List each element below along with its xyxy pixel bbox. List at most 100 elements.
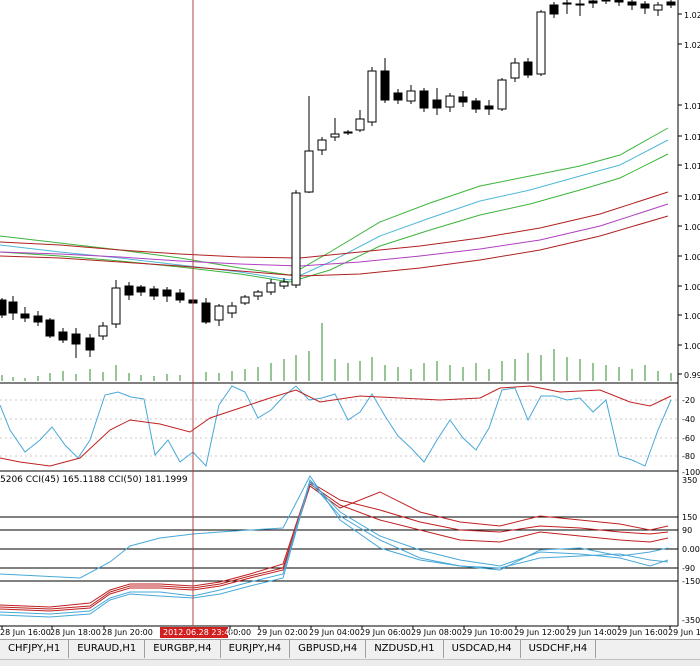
candle-body — [253, 291, 263, 297]
candle — [0, 298, 7, 318]
tab-usdcad[interactable]: USDCAD,H4 — [443, 640, 521, 658]
candle — [627, 0, 637, 10]
candle-body — [484, 105, 494, 110]
candle — [8, 296, 18, 320]
wpr-label: -20 — [682, 396, 695, 405]
candle-body — [393, 92, 403, 101]
tab-usdchf[interactable]: USDCHF,H4 — [520, 640, 597, 658]
candle — [227, 302, 237, 318]
candle — [471, 98, 481, 113]
price-label: 1.00 — [684, 253, 700, 262]
candle-body — [58, 331, 68, 341]
candle — [304, 96, 314, 193]
candle — [71, 328, 81, 358]
candle — [523, 58, 533, 78]
time-axis[interactable]: 28 Jun 16:00 28 Jun 18:00 28 Jun 20:00 00:0… — [0, 626, 700, 637]
wpr-axis: -20-40-60-80-100 — [682, 396, 700, 477]
candle-body — [588, 0, 598, 4]
time-label: 29 Jun 18 — [668, 628, 700, 637]
wpr-panel[interactable] — [0, 385, 678, 468]
candle — [355, 110, 365, 132]
tab-gbpusd[interactable]: GBPUSD,H4 — [290, 640, 367, 658]
cci-label: -150 — [682, 577, 700, 586]
tab-nzdusd[interactable]: NZDUSD,H1 — [366, 640, 444, 658]
candle-body — [240, 296, 250, 304]
tab-chfjpy[interactable]: CHFJPY,H1 — [0, 640, 70, 658]
wpr-line-blue — [0, 385, 672, 468]
price-label: 1.02 — [684, 41, 700, 50]
candle — [549, 2, 559, 18]
candle — [653, 2, 663, 16]
ma-red-1 — [0, 191, 669, 259]
cci-legend: 5206 CCI(45) 165.1188 CCI(50) 181.1999 — [0, 475, 188, 485]
candle — [136, 285, 146, 296]
cci-label: 0.00 — [682, 545, 700, 554]
candle — [367, 67, 377, 126]
candle — [393, 89, 403, 104]
crosshair-time-label: 2012.06.28 23:45 — [163, 628, 234, 637]
time-label: 29 Jun 14:00 — [566, 628, 617, 637]
candle-body — [380, 70, 390, 101]
price-panel[interactable] — [0, 0, 676, 381]
candle — [445, 93, 455, 112]
time-label: 29 Jun 06:00 — [360, 628, 411, 637]
wpr-line-red — [0, 385, 672, 467]
candle — [124, 282, 134, 300]
time-label: 29 Jun 16:00 — [617, 628, 668, 637]
candle-body — [227, 305, 237, 314]
price-label: 1.02 — [684, 11, 700, 20]
candle — [240, 295, 250, 305]
price-label: 1.00 — [684, 283, 700, 292]
cci-panel[interactable]: 5206 CCI(45) 165.1188 CCI(50) 181.1999 — [0, 475, 678, 618]
candle-body — [45, 319, 55, 337]
tab-eurgbp[interactable]: EURGBP,H4 — [145, 640, 221, 658]
ma-red-2 — [0, 215, 669, 277]
candle-body — [471, 100, 481, 110]
tab-eurjpy[interactable]: EURJPY,H4 — [220, 640, 291, 658]
candle-body — [627, 1, 637, 6]
candle-body — [71, 333, 81, 345]
price-label: 1.00 — [684, 223, 700, 232]
candle-body — [136, 286, 146, 293]
candle — [201, 298, 211, 324]
wpr-lines — [0, 385, 672, 468]
cci-label: -350 — [682, 616, 700, 625]
candle-body — [330, 133, 340, 138]
candle-body — [640, 3, 650, 9]
candle-body — [406, 90, 416, 102]
candle — [406, 85, 416, 104]
candle-body — [85, 337, 95, 351]
chart-area[interactable]: 5206 CCI(45) 165.1188 CCI(50) 181.1999 1… — [0, 0, 700, 665]
candle — [85, 334, 95, 357]
candle-body — [149, 288, 159, 297]
candle — [162, 287, 172, 302]
price-axis[interactable]: 1.02 1.02 1.01 1.01 1.01 1.01 1.00 1.00 1.00 1.00… — [678, 11, 700, 380]
price-label: 1.01 — [684, 102, 700, 111]
candle — [575, 0, 585, 16]
price-label: 1.01 — [684, 162, 700, 171]
candle — [291, 190, 301, 288]
time-label: 29 Jun 12:00 — [514, 628, 565, 637]
cci-label: 150 — [682, 513, 697, 522]
tab-euraud[interactable]: EURAUD,H1 — [69, 640, 146, 658]
cci-cyan-1 — [0, 479, 669, 615]
candle — [510, 58, 520, 82]
candle — [343, 130, 353, 135]
candle-body — [458, 96, 468, 103]
candle-body — [549, 4, 559, 15]
candle — [432, 88, 442, 115]
time-label: 28 Jun 16:00 — [0, 628, 51, 637]
wpr-label: -40 — [682, 415, 695, 424]
candle — [149, 286, 159, 300]
candle — [640, 1, 650, 14]
time-label: 29 Jun 04:00 — [309, 628, 360, 637]
candle — [253, 290, 263, 300]
candle — [614, 0, 624, 6]
candle-body — [666, 1, 676, 6]
wpr-label: -60 — [682, 434, 695, 443]
candle — [175, 289, 185, 303]
candle — [666, 0, 676, 8]
candle — [266, 279, 276, 295]
ma-magenta — [0, 203, 669, 267]
candle-body — [445, 95, 455, 108]
